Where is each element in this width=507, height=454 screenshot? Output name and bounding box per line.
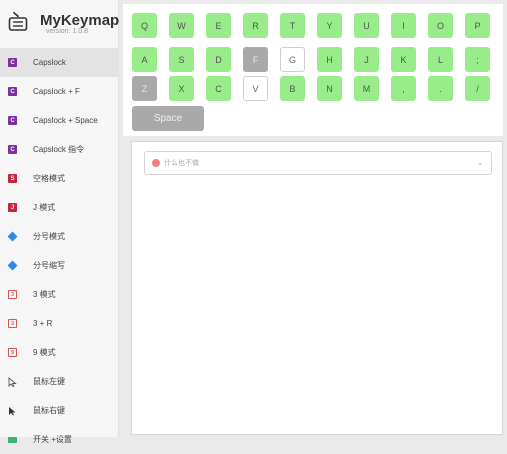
sidebar-item[interactable]: S 空格模式	[0, 164, 118, 193]
sidebar-item-label: 开关 +设置	[33, 435, 72, 444]
sidebar-item[interactable]: C Capslock	[0, 48, 118, 77]
key[interactable]: B	[280, 76, 305, 101]
sidebar-item-label: 3 模式	[33, 290, 56, 299]
sidebar-item[interactable]: 开关 +设置	[0, 425, 118, 454]
blue-diamond-icon	[7, 231, 18, 242]
key[interactable]: ;	[465, 47, 490, 72]
green-square-icon	[8, 435, 17, 444]
key[interactable]: X	[169, 76, 194, 101]
mouse-pointer-outline-icon	[8, 376, 17, 387]
sidebar-item[interactable]: 9 9 模式	[0, 338, 118, 367]
purple-square-icon: C	[8, 87, 17, 96]
purple-square-icon: C	[8, 145, 17, 154]
red-outline-square-icon: 3	[8, 319, 17, 328]
key[interactable]: G	[280, 47, 305, 72]
action-select[interactable]: 什么也不做 ⌄	[144, 151, 492, 175]
action-select-value: 什么也不做	[164, 160, 199, 167]
key[interactable]: O	[428, 13, 453, 38]
brand-header: MyKeymap version: 1.0.8	[0, 0, 120, 44]
ban-icon	[152, 159, 160, 167]
keyboard-panel: Q W E R T Y U I O P A S D F G H J K L; Z X C V B N M,. / Space	[123, 4, 503, 136]
blue-diamond-icon	[7, 260, 18, 271]
key[interactable]: R	[243, 13, 268, 38]
sidebar-item[interactable]: 鼠标右键	[0, 396, 118, 425]
sidebar-item-label: Capslock	[33, 58, 66, 67]
key[interactable]: F	[243, 47, 268, 72]
key[interactable]: Z	[132, 76, 157, 101]
sidebar-item[interactable]: J J 模式	[0, 193, 118, 222]
sidebar-item[interactable]: C Capslock + Space	[0, 106, 118, 135]
key[interactable]: J	[354, 47, 379, 72]
sidebar-item-label: 鼠标右键	[33, 406, 65, 415]
red-outline-square-icon: 9	[8, 348, 17, 357]
key[interactable]: H	[317, 47, 342, 72]
sidebar-item-label: 分号缩写	[33, 261, 65, 270]
key-space[interactable]: Space	[132, 106, 204, 131]
key[interactable]: U	[354, 13, 379, 38]
key[interactable]: S	[169, 47, 194, 72]
sidebar-item-label: 9 模式	[33, 348, 56, 357]
action-config-panel: 什么也不做 ⌄	[131, 141, 503, 435]
red-outline-square-icon: 3	[8, 290, 17, 299]
key[interactable]: I	[391, 13, 416, 38]
key[interactable]: Q	[132, 13, 157, 38]
key[interactable]: W	[169, 13, 194, 38]
app-version: version: 1.0.8	[46, 28, 89, 35]
sidebar-item[interactable]: C Capslock + F	[0, 77, 118, 106]
sidebar-item[interactable]: C Capslock 指令	[0, 135, 118, 164]
key[interactable]: D	[206, 47, 231, 72]
sidebar-item[interactable]: 分号模式	[0, 222, 118, 251]
sidebar-item-label: 鼠标左键	[33, 377, 65, 386]
sidebar-item-label: Capslock 指令	[33, 145, 85, 154]
key[interactable]: T	[280, 13, 305, 38]
key[interactable]: M	[354, 76, 379, 101]
red-square-icon: S	[8, 174, 17, 183]
sidebar-item-label: Capslock + Space	[33, 116, 98, 125]
key[interactable]: N	[317, 76, 342, 101]
sidebar-item[interactable]: 3 3 模式	[0, 280, 118, 309]
key[interactable]: A	[132, 47, 157, 72]
sidebar-item-label: 空格模式	[33, 174, 65, 183]
red-square-icon: J	[8, 203, 17, 212]
key[interactable]: K	[391, 47, 416, 72]
sidebar: MyKeymap version: 1.0.8 C Capslock C Capslo…	[0, 0, 120, 444]
key[interactable]: Y	[317, 13, 342, 38]
key[interactable]: C	[206, 76, 231, 101]
sidebar-item[interactable]: 分号缩写	[0, 251, 118, 280]
app-title: MyKeymap	[40, 12, 120, 29]
sidebar-item-label: Capslock + F	[33, 87, 80, 96]
key[interactable]: ,	[391, 76, 416, 101]
key[interactable]: P	[465, 13, 490, 38]
key[interactable]: V	[243, 76, 268, 101]
key[interactable]: /	[465, 76, 490, 101]
keyboard-logo-icon	[8, 11, 28, 31]
sidebar-item-label: 3 + R	[33, 319, 53, 328]
sidebar-item-label: J 模式	[33, 203, 56, 212]
key[interactable]: E	[206, 13, 231, 38]
purple-square-icon: C	[8, 58, 17, 67]
purple-square-icon: C	[8, 116, 17, 125]
chevron-down-icon: ⌄	[477, 160, 483, 167]
mouse-pointer-filled-icon	[8, 406, 17, 415]
key[interactable]: L	[428, 47, 453, 72]
key[interactable]: .	[428, 76, 453, 101]
sidebar-item[interactable]: 鼠标左键	[0, 367, 118, 396]
sidebar-menu: C Capslock C Capslock + F C Capslock + Space C…	[0, 48, 118, 454]
sidebar-item[interactable]: 3 3 + R	[0, 309, 118, 338]
sidebar-item-label: 分号模式	[33, 232, 65, 241]
